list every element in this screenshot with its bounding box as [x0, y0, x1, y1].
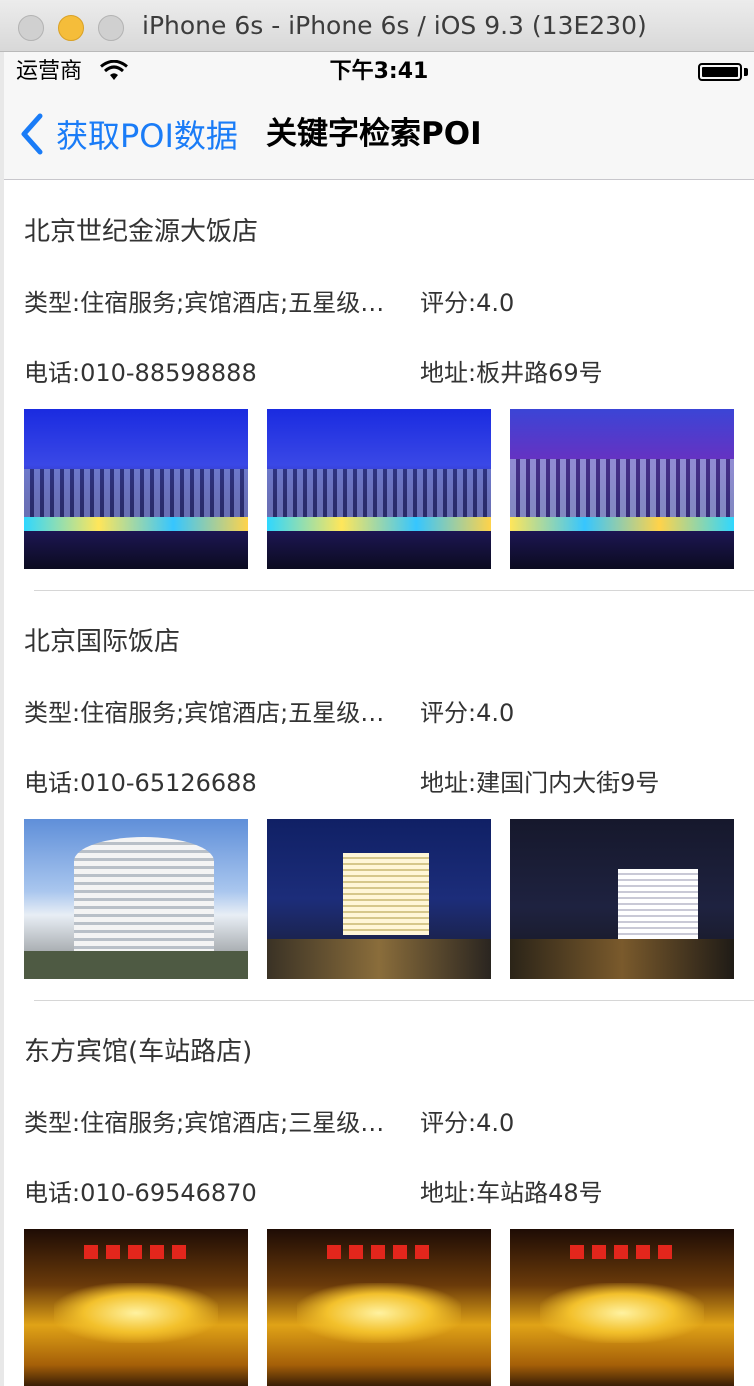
poi-photo[interactable] — [267, 1229, 491, 1386]
poi-phone: 电话:010-69546870 — [24, 1179, 257, 1207]
poi-photo[interactable] — [267, 819, 491, 979]
chevron-left-icon — [21, 113, 43, 155]
poi-address: 地址:板井路69号 — [420, 359, 603, 387]
poi-name: 北京世纪金源大饭店 — [24, 217, 259, 247]
poi-rating: 评分:4.0 — [420, 289, 515, 317]
poi-cell[interactable]: 东方宾馆(车站路店) 类型:住宿服务;宾馆酒店;三星级宾馆 评分:4.0 电话:… — [4, 1001, 754, 1386]
poi-rating: 评分:4.0 — [420, 699, 515, 727]
poi-cell[interactable]: 北京国际饭店 类型:住宿服务;宾馆酒店;五星级宾馆 评分:4.0 电话:010-… — [4, 591, 754, 1001]
battery-icon — [698, 63, 742, 81]
back-button[interactable]: 获取POI数据 — [18, 112, 238, 156]
poi-phone: 电话:010-65126688 — [24, 769, 257, 797]
poi-phone: 电话:010-88598888 — [24, 359, 257, 387]
poi-photos — [24, 1229, 734, 1386]
poi-photo[interactable] — [24, 409, 248, 569]
poi-photo[interactable] — [510, 409, 734, 569]
poi-name: 东方宾馆(车站路店) — [24, 1037, 253, 1067]
status-time: 下午3:41 — [329, 59, 429, 84]
poi-type: 类型:住宿服务;宾馆酒店;五星级宾馆 — [24, 699, 406, 727]
page-title: 关键字检索POI — [266, 116, 482, 152]
window-minimize-button[interactable] — [58, 15, 84, 41]
poi-photo[interactable] — [267, 409, 491, 569]
window-zoom-button[interactable] — [98, 15, 124, 41]
window-close-button[interactable] — [18, 15, 44, 41]
back-button-label: 获取POI数据 — [56, 117, 238, 155]
poi-name: 北京国际饭店 — [24, 627, 181, 657]
poi-type: 类型:住宿服务;宾馆酒店;五星级宾馆 — [24, 289, 406, 317]
poi-photo[interactable] — [510, 819, 734, 979]
poi-list[interactable]: 北京世纪金源大饭店 类型:住宿服务;宾馆酒店;五星级宾馆 评分:4.0 电话:0… — [4, 181, 754, 1386]
poi-photo[interactable] — [24, 819, 248, 979]
battery-cap — [744, 68, 748, 76]
poi-type: 类型:住宿服务;宾馆酒店;三星级宾馆 — [24, 1109, 406, 1137]
poi-photo[interactable] — [510, 1229, 734, 1386]
window-title: iPhone 6s - iPhone 6s / iOS 9.3 (13E230) — [142, 11, 647, 40]
simulator-titlebar: iPhone 6s - iPhone 6s / iOS 9.3 (13E230) — [0, 0, 754, 52]
poi-photo[interactable] — [24, 1229, 248, 1386]
navigation-bar: 获取POI数据 关键字检索POI — [4, 92, 754, 180]
poi-address: 地址:建国门内大街9号 — [420, 769, 660, 797]
poi-cell[interactable]: 北京世纪金源大饭店 类型:住宿服务;宾馆酒店;五星级宾馆 评分:4.0 电话:0… — [4, 181, 754, 591]
poi-rating: 评分:4.0 — [420, 1109, 515, 1137]
poi-photos — [24, 409, 734, 569]
device-screen: 运营商 下午3:41 获取POI数据 关键字检索POI 北京世纪金源大饭店 类型… — [4, 52, 754, 1386]
poi-address: 地址:车站路48号 — [420, 1179, 603, 1207]
status-bar: 运营商 下午3:41 — [4, 52, 754, 92]
poi-photos — [24, 819, 734, 979]
